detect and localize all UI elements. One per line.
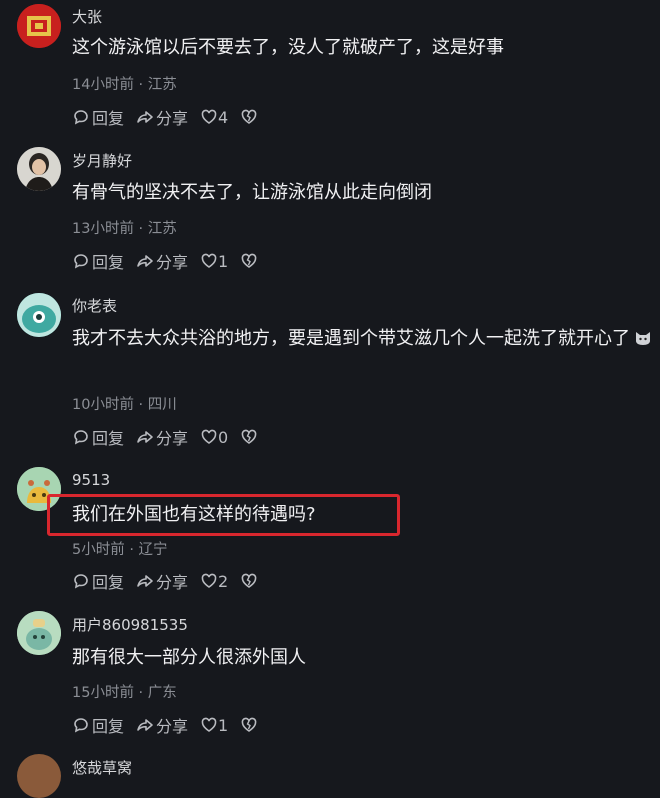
comment-actions: 回复 分享 4 xyxy=(72,106,270,128)
comment-meta: 13小时前 · 江苏 xyxy=(72,221,177,237)
avatar[interactable] xyxy=(17,754,61,798)
comment-text: 这个游泳馆以后不要去了，没人了就破产了，这是好事 xyxy=(72,37,504,58)
cat-emoji-icon xyxy=(634,326,652,345)
dislike-button[interactable] xyxy=(240,572,258,590)
comment-actions: 回复 分享 1 xyxy=(72,250,270,272)
like-button[interactable]: 1 xyxy=(200,716,228,735)
share-arrow-icon xyxy=(137,255,153,267)
username[interactable]: 大张 xyxy=(72,6,102,27)
reply-label: 回复 xyxy=(92,109,125,128)
chat-bubble-icon xyxy=(74,574,88,589)
comment-text: 那有很大一部分人很添外国人 xyxy=(72,647,306,668)
comment-meta: 10小时前 · 四川 xyxy=(72,397,177,413)
share-label: 分享 xyxy=(156,717,189,736)
share-button[interactable]: 分享 xyxy=(136,105,188,129)
like-count: 4 xyxy=(218,107,229,127)
avatar[interactable] xyxy=(17,4,61,48)
comment-actions: 回复 分享 2 xyxy=(72,570,270,592)
share-label: 分享 xyxy=(156,253,189,272)
share-button[interactable]: 分享 xyxy=(136,713,188,737)
dislike-button[interactable] xyxy=(240,108,258,126)
like-button[interactable]: 2 xyxy=(200,572,228,591)
username[interactable]: 用户860981535 xyxy=(72,614,188,635)
heart-icon xyxy=(201,429,217,444)
share-arrow-icon xyxy=(137,111,153,123)
like-count: 1 xyxy=(218,251,229,271)
avatar[interactable] xyxy=(17,611,61,655)
comment-text: 我才不去大众共浴的地方，要是遇到个带艾滋几个人一起洗了就开心了 xyxy=(72,324,657,354)
like-count: 0 xyxy=(218,427,229,447)
broken-heart-icon xyxy=(241,573,257,588)
heart-icon xyxy=(201,573,217,588)
comment-meta: 5小时前 · 辽宁 xyxy=(72,542,168,558)
like-button[interactable]: 1 xyxy=(200,252,228,271)
username[interactable]: 岁月静好 xyxy=(72,150,132,171)
broken-heart-icon xyxy=(241,253,257,268)
reply-label: 回复 xyxy=(92,429,125,448)
chat-bubble-icon xyxy=(74,430,88,445)
share-arrow-icon xyxy=(137,431,153,443)
share-button[interactable]: 分享 xyxy=(136,425,188,449)
share-button[interactable]: 分享 xyxy=(136,569,188,593)
share-arrow-icon xyxy=(137,575,153,587)
comment-actions: 回复 分享 1 xyxy=(72,714,270,736)
reply-label: 回复 xyxy=(92,717,125,736)
chat-bubble-icon xyxy=(74,110,88,125)
avatar[interactable] xyxy=(17,293,61,337)
username[interactable]: 9513 xyxy=(72,471,110,489)
reply-label: 回复 xyxy=(92,253,125,272)
reply-button[interactable]: 回复 xyxy=(72,713,124,737)
reply-button[interactable]: 回复 xyxy=(72,249,124,273)
dislike-button[interactable] xyxy=(240,428,258,446)
chat-bubble-icon xyxy=(74,718,88,733)
broken-heart-icon xyxy=(241,429,257,444)
comment-meta: 14小时前 · 江苏 xyxy=(72,77,177,93)
username[interactable]: 你老表 xyxy=(72,295,117,316)
broken-heart-icon xyxy=(241,109,257,124)
like-button[interactable]: 4 xyxy=(200,108,228,127)
reply-button[interactable]: 回复 xyxy=(72,569,124,593)
dislike-button[interactable] xyxy=(240,252,258,270)
reply-button[interactable]: 回复 xyxy=(72,105,124,129)
heart-icon xyxy=(201,109,217,124)
comment-text: 我们在外国也有这样的待遇吗? xyxy=(72,504,316,525)
comment-body: 我才不去大众共浴的地方，要是遇到个带艾滋几个人一起洗了就开心了 xyxy=(72,328,630,349)
chat-bubble-icon xyxy=(74,254,88,269)
reply-button[interactable]: 回复 xyxy=(72,425,124,449)
share-button[interactable]: 分享 xyxy=(136,249,188,273)
like-count: 2 xyxy=(218,571,229,591)
red-character-avatar-icon xyxy=(17,4,61,48)
broken-heart-icon xyxy=(241,717,257,732)
heart-icon xyxy=(201,253,217,268)
person-photo-avatar-icon xyxy=(17,147,61,191)
dislike-button[interactable] xyxy=(240,716,258,734)
teal-creature-avatar-icon xyxy=(17,293,61,337)
like-count: 1 xyxy=(218,715,229,735)
comment-meta: 15小时前 · 广东 xyxy=(72,685,177,701)
share-label: 分享 xyxy=(156,429,189,448)
reply-label: 回复 xyxy=(92,573,125,592)
avatar[interactable] xyxy=(17,147,61,191)
heart-icon xyxy=(201,717,217,732)
comment-text: 有骨气的坚决不去了，让游泳馆从此走向倒闭 xyxy=(72,182,432,203)
share-label: 分享 xyxy=(156,109,189,128)
share-arrow-icon xyxy=(137,719,153,731)
username[interactable]: 悠哉草窝 xyxy=(72,757,132,778)
green-cartoon-avatar-icon xyxy=(17,611,61,655)
share-label: 分享 xyxy=(156,573,189,592)
comment-actions: 回复 分享 0 xyxy=(72,426,270,448)
like-button[interactable]: 0 xyxy=(200,428,228,447)
